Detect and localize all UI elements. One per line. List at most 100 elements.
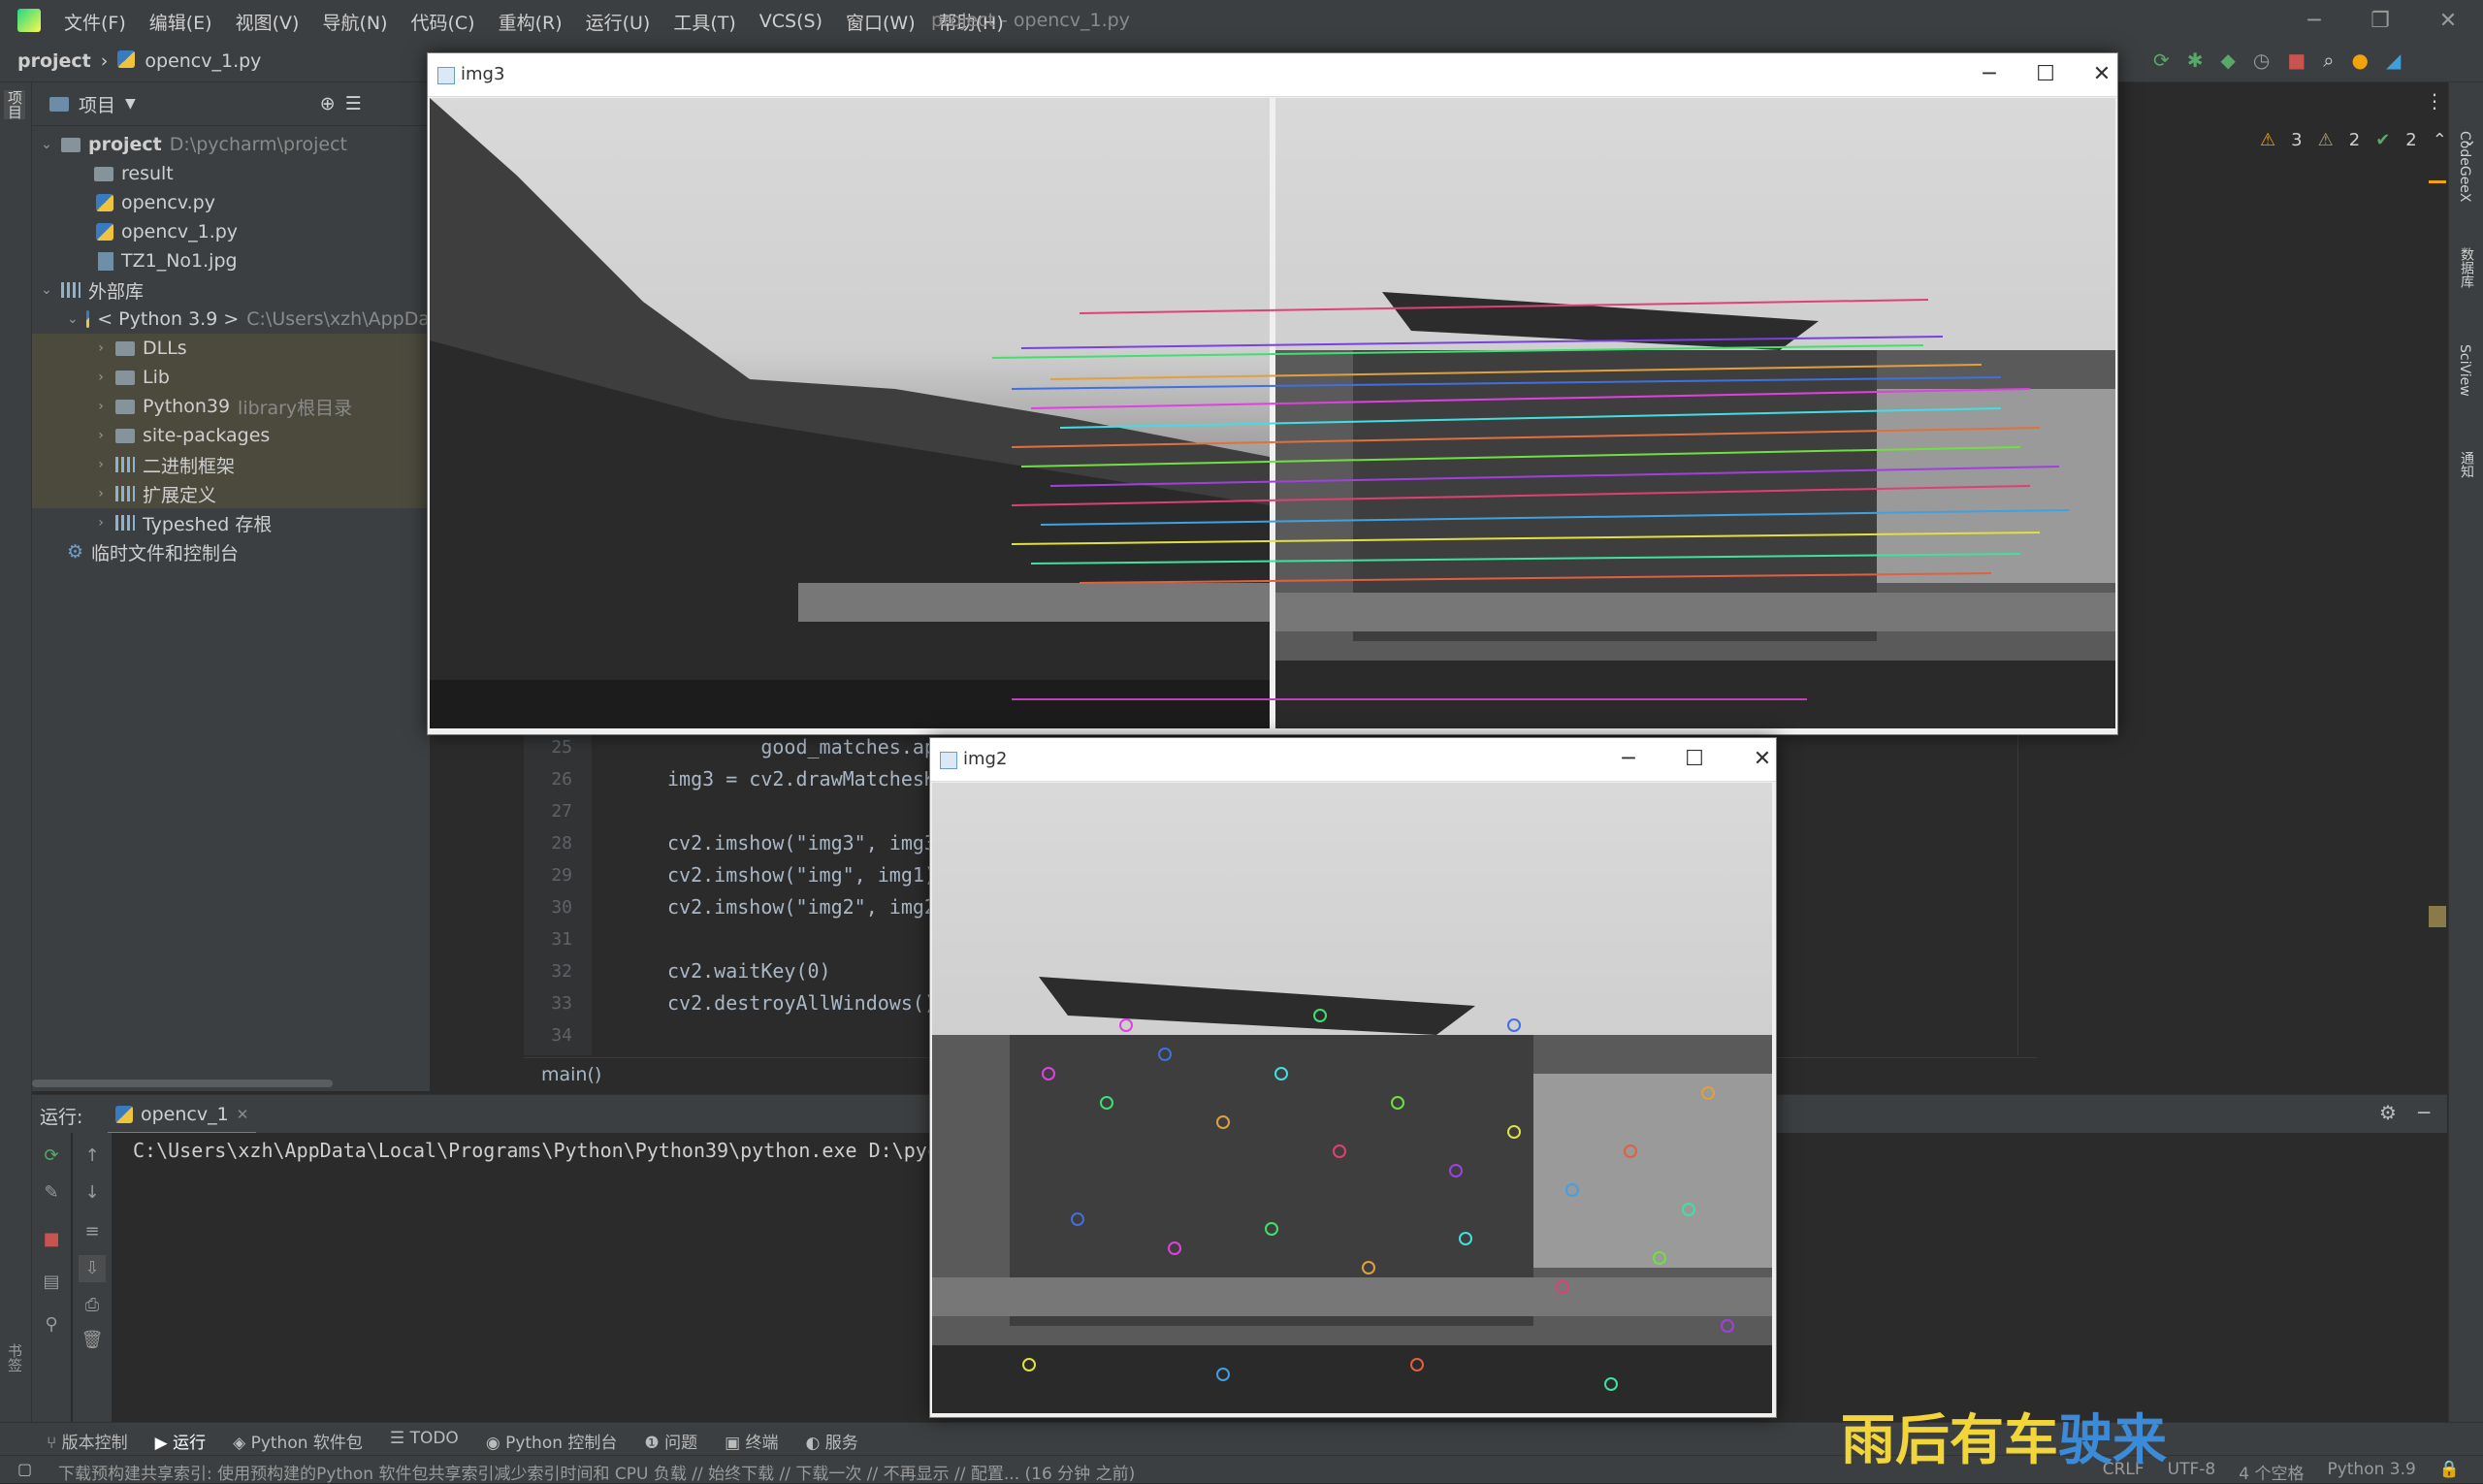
close-icon[interactable]: ✕	[2079, 59, 2125, 90]
stop-icon[interactable]: ■	[2287, 48, 2306, 72]
rerun-icon[interactable]: ⟳	[2153, 48, 2170, 72]
breadcrumb-project[interactable]: project	[17, 50, 91, 72]
tree-item-site-packages[interactable]: › site-packages	[32, 421, 430, 450]
minimize-icon[interactable]: ─	[1605, 744, 1652, 775]
run-tab[interactable]: opencv_1 ✕	[108, 1097, 257, 1135]
chevron-right-icon[interactable]: ›	[94, 515, 108, 531]
tree-item-scratches[interactable]: ⚙ 临时文件和控制台	[32, 537, 430, 566]
img3-window[interactable]: img3 ─ ☐ ✕	[427, 52, 2118, 735]
sciview-tool-tab[interactable]: SciView	[2457, 344, 2472, 397]
debug-icon[interactable]: ✱	[2187, 48, 2204, 72]
chevron-down-icon[interactable]: ▼	[125, 96, 136, 112]
maximize-icon[interactable]: ☐	[1671, 744, 1718, 775]
status-message[interactable]: 下载预构建共享索引: 使用预构建的Python 软件包共享索引减少索引时间和 C…	[58, 1460, 1135, 1484]
chevron-down-icon[interactable]: ⌄	[40, 137, 53, 152]
lock-icon[interactable]: 🔒	[2439, 1460, 2460, 1484]
code-line[interactable]: img3 = cv2.drawMatchesK	[667, 767, 936, 790]
menu-vcs[interactable]: VCS(S)	[759, 11, 822, 32]
tab-services[interactable]: ◐ 服务	[806, 1429, 858, 1453]
chevron-right-icon[interactable]: ›	[94, 486, 108, 501]
img2-window[interactable]: img2 ─ ☐ ✕	[929, 737, 1777, 1418]
chevron-up-icon[interactable]: ⌃	[2433, 130, 2447, 150]
tree-item-opencv-py[interactable]: opencv.py	[32, 188, 430, 217]
menu-navigate[interactable]: 导航(N)	[322, 9, 387, 35]
locate-icon[interactable]: ⊕	[320, 93, 336, 114]
close-icon[interactable]: ✕	[1739, 744, 1786, 775]
code-line[interactable]: cv2.imshow("img3", img3	[667, 831, 936, 855]
inspection-widget[interactable]: ⚠ 3 ⚠ 2 ✔ 2 ⌃ ⌄	[2260, 130, 2477, 150]
trash-icon[interactable]: 🗑	[79, 1327, 106, 1354]
tab-problems[interactable]: ❶ 问题	[644, 1429, 697, 1453]
chevron-down-icon[interactable]: ⌄	[40, 282, 53, 298]
tree-item-opencv-1-py[interactable]: opencv_1.py	[32, 217, 430, 246]
img2-title-bar[interactable]: img2 ─ ☐ ✕	[930, 738, 1776, 782]
menu-window[interactable]: 窗口(W)	[846, 9, 916, 35]
stop-icon[interactable]: ■	[38, 1226, 65, 1253]
function-breadcrumb[interactable]: main()	[541, 1064, 601, 1085]
code-line[interactable]: good_matches.ap	[667, 735, 936, 758]
menu-code[interactable]: 代码(C)	[410, 9, 474, 35]
collapse-all-icon[interactable]: ☰	[345, 93, 362, 114]
layout-icon[interactable]: ▤	[38, 1269, 65, 1296]
code-line[interactable]: cv2.imshow("img2", img2	[667, 895, 936, 919]
arrow-down-icon[interactable]: ↓	[79, 1179, 106, 1207]
update-icon[interactable]: ●	[2351, 48, 2368, 72]
profile-icon[interactable]: ◷	[2253, 48, 2270, 72]
tree-item-python-sdk[interactable]: ⌄ < Python 3.9 > C:\Users\xzh\AppDa	[32, 305, 430, 334]
menu-file[interactable]: 文件(F)	[64, 9, 126, 35]
chevron-down-icon[interactable]: ⌄	[67, 311, 79, 327]
img3-title-bar[interactable]: img3 ─ ☐ ✕	[428, 53, 2117, 97]
settings-gear-icon[interactable]: ⚙	[2379, 1101, 2397, 1124]
tab-python-packages[interactable]: ◈ Python 软件包	[233, 1429, 363, 1453]
tab-terminal[interactable]: ▣ 终端	[725, 1429, 778, 1453]
hide-panel-icon[interactable]: ─	[2418, 1101, 2430, 1124]
chevron-right-icon[interactable]: ›	[94, 370, 108, 385]
coverage-icon[interactable]: ◆	[2221, 48, 2236, 72]
tab-run[interactable]: ▶ 运行	[155, 1429, 206, 1453]
more-options-icon[interactable]: ⋮	[2425, 89, 2444, 113]
scroll-to-end-icon[interactable]: ⇩	[79, 1255, 106, 1282]
code-line[interactable]: cv2.imshow("img", img1)	[667, 863, 936, 887]
indent-setting[interactable]: 4 个空格	[2239, 1460, 2304, 1484]
tree-item-result[interactable]: result	[32, 159, 430, 188]
rerun-icon[interactable]: ⟳	[38, 1143, 65, 1170]
tree-item-lib[interactable]: › Lib	[32, 363, 430, 392]
chevron-right-icon[interactable]: ›	[94, 399, 108, 414]
notifications-tool-tab[interactable]: 通知	[2457, 451, 2476, 478]
close-tab-icon[interactable]: ✕	[237, 1106, 249, 1123]
tree-item-typeshed[interactable]: › Typeshed 存根	[32, 508, 430, 537]
pin-icon[interactable]: ⚲	[38, 1311, 65, 1339]
breadcrumb-file[interactable]: opencv_1.py	[145, 50, 261, 72]
plugin-icon[interactable]: ◢	[2386, 48, 2401, 72]
minimize-icon[interactable]: ─	[1966, 59, 2013, 90]
status-toggle-icon[interactable]: ▢	[17, 1460, 32, 1478]
bookmarks-tool-tab[interactable]: 书签	[4, 1343, 25, 1372]
chevron-right-icon[interactable]: ›	[94, 457, 108, 472]
tree-item-image-file[interactable]: TZ1_No1.jpg	[32, 246, 430, 275]
menu-tools[interactable]: 工具(T)	[673, 9, 735, 35]
print-icon[interactable]: ⎙	[79, 1292, 106, 1319]
code-line[interactable]: cv2.destroyAllWindows()	[667, 991, 936, 1015]
interpreter[interactable]: Python 3.9	[2327, 1460, 2415, 1484]
tree-item-dlls[interactable]: › DLLs	[32, 334, 430, 363]
tab-todo[interactable]: ☰ TODO	[390, 1429, 459, 1453]
arrow-up-icon[interactable]: ↑	[79, 1143, 106, 1170]
editor-scrollbar-marker[interactable]	[2429, 906, 2446, 927]
menu-view[interactable]: 视图(V)	[236, 9, 300, 35]
menu-refactor[interactable]: 重构(R)	[499, 9, 563, 35]
tab-version-control[interactable]: ⑂ 版本控制	[47, 1429, 128, 1453]
minimize-icon[interactable]: ─	[2285, 4, 2343, 39]
tree-item-project[interactable]: ⌄ project D:\pycharm\project	[32, 130, 430, 159]
horizontal-scrollbar[interactable]	[32, 1080, 333, 1087]
project-tool-tab[interactable]: 项目	[4, 90, 25, 119]
chevron-right-icon[interactable]: ›	[94, 428, 108, 443]
file-encoding[interactable]: UTF-8	[2168, 1460, 2216, 1484]
restore-icon[interactable]: ❐	[2351, 4, 2409, 39]
menu-edit[interactable]: 编辑(E)	[149, 9, 212, 35]
close-icon[interactable]: ✕	[2419, 4, 2477, 39]
console-output[interactable]: C:\Users\xzh\AppData\Local\Programs\Pyth…	[133, 1139, 939, 1162]
tree-item-extensions[interactable]: › 扩展定义	[32, 479, 430, 508]
tree-item-python39[interactable]: › Python39 library根目录	[32, 392, 430, 421]
chevron-down-icon[interactable]: ⌄	[2463, 130, 2477, 150]
database-tool-tab[interactable]: 数据库	[2457, 247, 2476, 288]
